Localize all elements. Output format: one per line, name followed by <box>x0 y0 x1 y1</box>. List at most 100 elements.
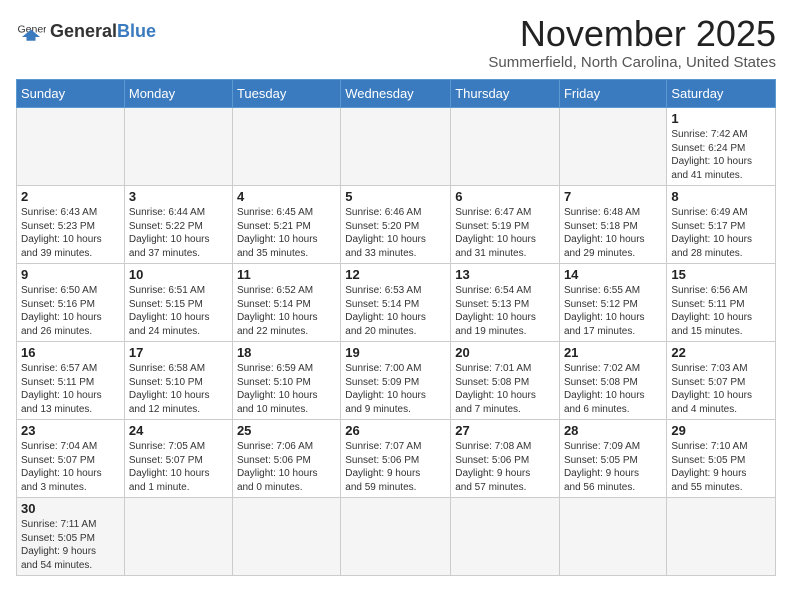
logo-text: GeneralBlue <box>50 22 156 40</box>
calendar-cell: 12 Sunrise: 6:53 AM Sunset: 5:14 PM Dayli… <box>341 264 451 342</box>
weekday-header-thursday: Thursday <box>451 80 560 108</box>
calendar-cell <box>667 498 776 576</box>
calendar-cell: 11 Sunrise: 6:52 AM Sunset: 5:14 PM Dayli… <box>232 264 340 342</box>
day-info: Sunrise: 6:54 AM Sunset: 5:13 PM Dayligh… <box>455 284 555 338</box>
calendar-cell: 23 Sunrise: 7:04 AM Sunset: 5:07 PM Dayli… <box>17 420 125 498</box>
calendar-cell <box>124 108 232 186</box>
day-number: 10 <box>129 267 228 282</box>
day-number: 17 <box>129 345 228 360</box>
calendar-cell: 18 Sunrise: 6:59 AM Sunset: 5:10 PM Dayli… <box>232 342 340 420</box>
calendar-week-1: 2Sunrise: 6:43 AM Sunset: 5:23 PM Daylig… <box>17 186 776 264</box>
calendar-cell: 9 Sunrise: 6:50 AM Sunset: 5:16 PM Daylig… <box>17 264 125 342</box>
calendar-week-4: 23 Sunrise: 7:04 AM Sunset: 5:07 PM Dayli… <box>17 420 776 498</box>
calendar-cell: 13 Sunrise: 6:54 AM Sunset: 5:13 PM Dayli… <box>451 264 560 342</box>
day-info: Sunrise: 6:59 AM Sunset: 5:10 PM Dayligh… <box>237 362 336 416</box>
month-title: November 2025 <box>488 16 776 52</box>
calendar-cell: 17 Sunrise: 6:58 AM Sunset: 5:10 PM Dayli… <box>124 342 232 420</box>
calendar-cell: 10 Sunrise: 6:51 AM Sunset: 5:15 PM Dayli… <box>124 264 232 342</box>
calendar-cell: 21 Sunrise: 7:02 AM Sunset: 5:08 PM Dayli… <box>559 342 666 420</box>
calendar-cell: 19 Sunrise: 7:00 AM Sunset: 5:09 PM Dayli… <box>341 342 451 420</box>
day-number: 19 <box>345 345 446 360</box>
calendar-cell: 8 Sunrise: 6:49 AM Sunset: 5:17 PM Daylig… <box>667 186 776 264</box>
day-number: 14 <box>564 267 662 282</box>
day-number: 25 <box>237 423 336 438</box>
weekday-header-tuesday: Tuesday <box>232 80 340 108</box>
day-info: Sunrise: 7:11 AM Sunset: 5:05 PM Dayligh… <box>21 518 120 572</box>
day-number: 11 <box>237 267 336 282</box>
day-number: 22 <box>671 345 771 360</box>
day-number: 13 <box>455 267 555 282</box>
day-number: 6 <box>455 189 555 204</box>
day-info: Sunrise: 7:03 AM Sunset: 5:07 PM Dayligh… <box>671 362 771 416</box>
calendar-cell: 30 Sunrise: 7:11 AM Sunset: 5:05 PM Dayli… <box>17 498 125 576</box>
day-info: Sunrise: 6:49 AM Sunset: 5:17 PM Dayligh… <box>671 206 771 260</box>
day-info: Sunrise: 7:00 AM Sunset: 5:09 PM Dayligh… <box>345 362 446 416</box>
day-number: 15 <box>671 267 771 282</box>
day-info: Sunrise: 6:51 AM Sunset: 5:15 PM Dayligh… <box>129 284 228 338</box>
calendar-cell <box>559 498 666 576</box>
calendar-cell: 2Sunrise: 6:43 AM Sunset: 5:23 PM Daylig… <box>17 186 125 264</box>
weekday-header-saturday: Saturday <box>667 80 776 108</box>
day-info: Sunrise: 7:04 AM Sunset: 5:07 PM Dayligh… <box>21 440 120 494</box>
day-number: 30 <box>21 501 120 516</box>
day-info: Sunrise: 7:01 AM Sunset: 5:08 PM Dayligh… <box>455 362 555 416</box>
day-number: 3 <box>129 189 228 204</box>
day-info: Sunrise: 6:47 AM Sunset: 5:19 PM Dayligh… <box>455 206 555 260</box>
day-info: Sunrise: 6:56 AM Sunset: 5:11 PM Dayligh… <box>671 284 771 338</box>
day-info: Sunrise: 7:09 AM Sunset: 5:05 PM Dayligh… <box>564 440 662 494</box>
day-number: 8 <box>671 189 771 204</box>
day-number: 21 <box>564 345 662 360</box>
calendar-cell: 25Sunrise: 7:06 AM Sunset: 5:06 PM Dayli… <box>232 420 340 498</box>
day-number: 12 <box>345 267 446 282</box>
calendar-week-0: 1Sunrise: 7:42 AM Sunset: 6:24 PM Daylig… <box>17 108 776 186</box>
day-info: Sunrise: 6:50 AM Sunset: 5:16 PM Dayligh… <box>21 284 120 338</box>
weekday-row: SundayMondayTuesdayWednesdayThursdayFrid… <box>17 80 776 108</box>
day-info: Sunrise: 7:42 AM Sunset: 6:24 PM Dayligh… <box>671 128 771 182</box>
calendar-cell: 24 Sunrise: 7:05 AM Sunset: 5:07 PM Dayli… <box>124 420 232 498</box>
calendar-cell <box>341 108 451 186</box>
calendar-cell <box>451 498 560 576</box>
calendar-cell: 20 Sunrise: 7:01 AM Sunset: 5:08 PM Dayli… <box>451 342 560 420</box>
day-number: 18 <box>237 345 336 360</box>
weekday-header-sunday: Sunday <box>17 80 125 108</box>
calendar-body: 1Sunrise: 7:42 AM Sunset: 6:24 PM Daylig… <box>17 108 776 576</box>
weekday-header-monday: Monday <box>124 80 232 108</box>
day-info: Sunrise: 6:58 AM Sunset: 5:10 PM Dayligh… <box>129 362 228 416</box>
calendar-cell: 5Sunrise: 6:46 AM Sunset: 5:20 PM Daylig… <box>341 186 451 264</box>
calendar-cell <box>341 498 451 576</box>
calendar-header: SundayMondayTuesdayWednesdayThursdayFrid… <box>17 80 776 108</box>
day-number: 4 <box>237 189 336 204</box>
day-number: 9 <box>21 267 120 282</box>
day-info: Sunrise: 6:44 AM Sunset: 5:22 PM Dayligh… <box>129 206 228 260</box>
day-number: 2 <box>21 189 120 204</box>
day-number: 26 <box>345 423 446 438</box>
day-number: 24 <box>129 423 228 438</box>
calendar-cell: 26Sunrise: 7:07 AM Sunset: 5:06 PM Dayli… <box>341 420 451 498</box>
day-info: Sunrise: 7:05 AM Sunset: 5:07 PM Dayligh… <box>129 440 228 494</box>
calendar-cell: 4Sunrise: 6:45 AM Sunset: 5:21 PM Daylig… <box>232 186 340 264</box>
calendar-cell <box>124 498 232 576</box>
day-number: 16 <box>21 345 120 360</box>
day-info: Sunrise: 6:52 AM Sunset: 5:14 PM Dayligh… <box>237 284 336 338</box>
day-number: 20 <box>455 345 555 360</box>
generalblue-logo-icon: General <box>16 16 46 46</box>
day-info: Sunrise: 7:02 AM Sunset: 5:08 PM Dayligh… <box>564 362 662 416</box>
calendar-cell <box>17 108 125 186</box>
calendar-cell: 3 Sunrise: 6:44 AM Sunset: 5:22 PM Daylig… <box>124 186 232 264</box>
day-info: Sunrise: 6:53 AM Sunset: 5:14 PM Dayligh… <box>345 284 446 338</box>
day-number: 23 <box>21 423 120 438</box>
day-number: 29 <box>671 423 771 438</box>
title-area: November 2025 Summerfield, North Carolin… <box>488 16 776 71</box>
calendar-cell: 29Sunrise: 7:10 AM Sunset: 5:05 PM Dayli… <box>667 420 776 498</box>
calendar-week-3: 16Sunrise: 6:57 AM Sunset: 5:11 PM Dayli… <box>17 342 776 420</box>
calendar-cell: 28Sunrise: 7:09 AM Sunset: 5:05 PM Dayli… <box>559 420 666 498</box>
calendar-cell <box>559 108 666 186</box>
day-info: Sunrise: 7:08 AM Sunset: 5:06 PM Dayligh… <box>455 440 555 494</box>
calendar-week-5: 30 Sunrise: 7:11 AM Sunset: 5:05 PM Dayli… <box>17 498 776 576</box>
page-header: General GeneralBlue November 2025 Summer… <box>16 16 776 71</box>
day-number: 5 <box>345 189 446 204</box>
calendar-cell: 6 Sunrise: 6:47 AM Sunset: 5:19 PM Daylig… <box>451 186 560 264</box>
calendar-cell: 7Sunrise: 6:48 AM Sunset: 5:18 PM Daylig… <box>559 186 666 264</box>
day-info: Sunrise: 6:48 AM Sunset: 5:18 PM Dayligh… <box>564 206 662 260</box>
calendar-cell <box>232 498 340 576</box>
